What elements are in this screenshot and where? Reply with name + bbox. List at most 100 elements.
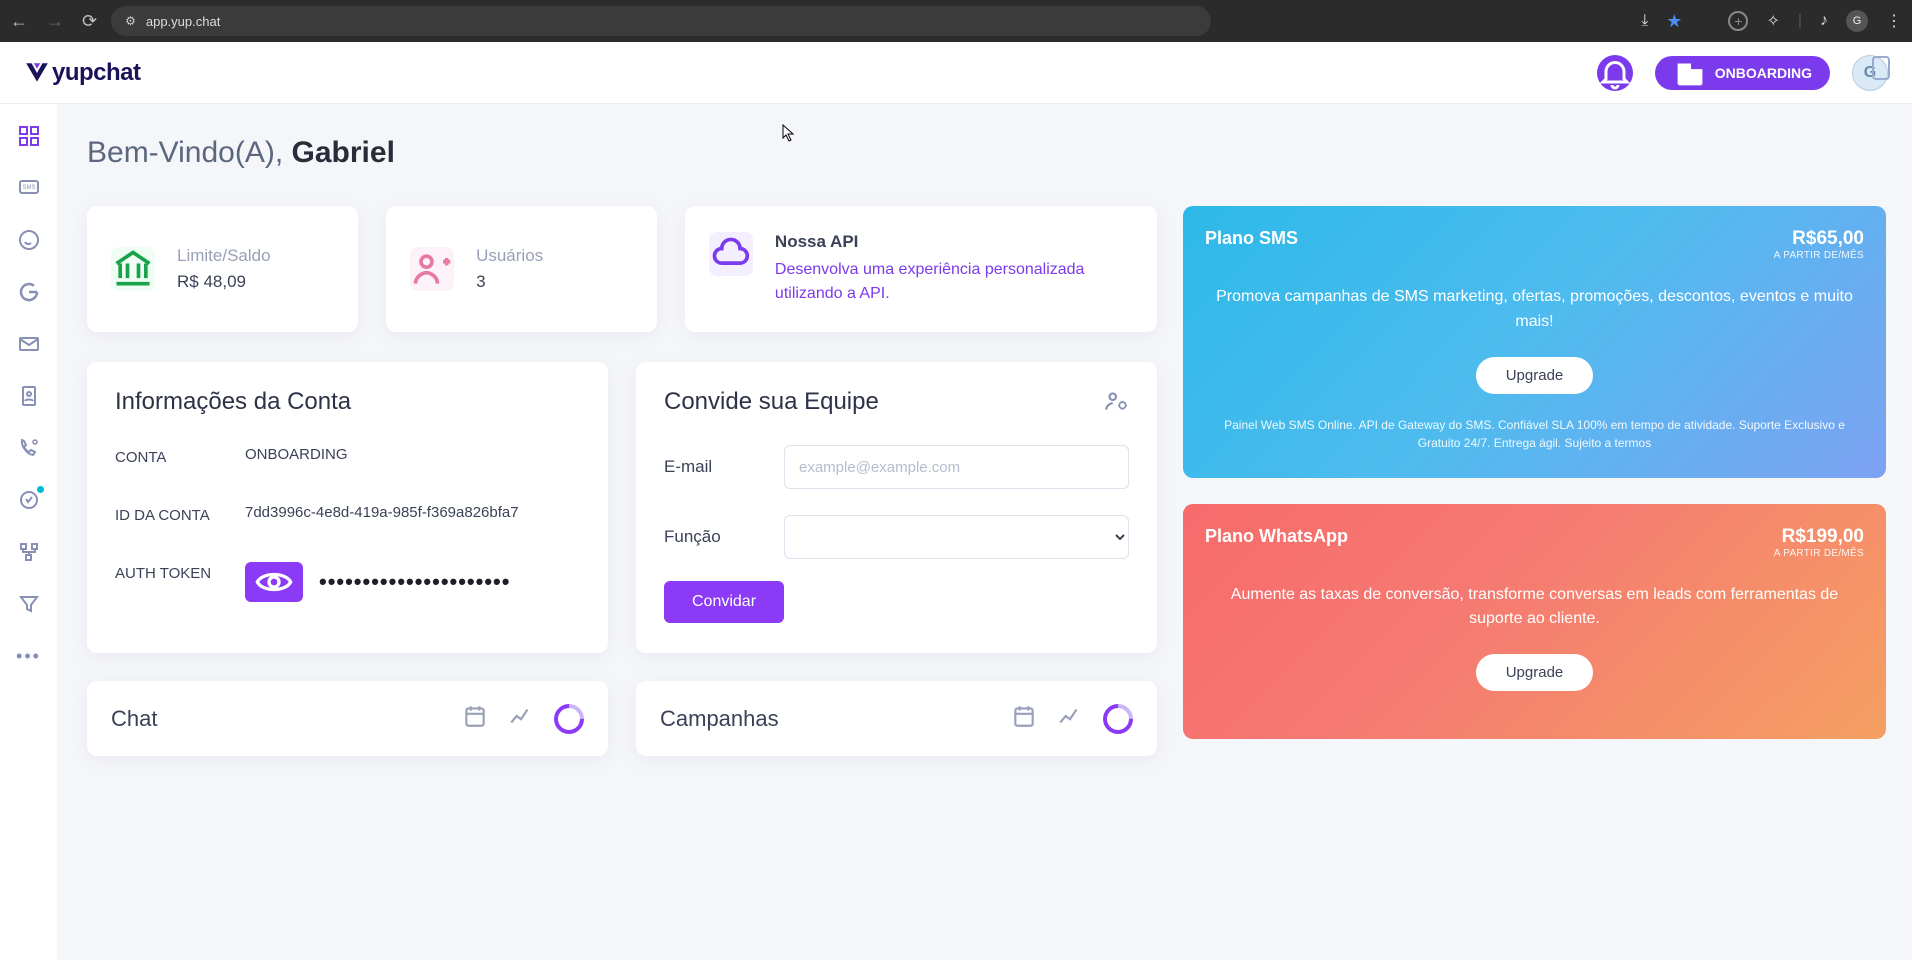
chat-stats-card: Chat <box>87 681 608 756</box>
promo-wa-price: R$199,00 <box>1774 526 1864 548</box>
extensions-icon[interactable]: ✧ <box>1766 11 1779 31</box>
stat-balance-card: Limite/Saldo R$ 48,09 <box>87 206 358 332</box>
nav-chatbot[interactable] <box>17 488 41 512</box>
grid-icon <box>17 124 41 148</box>
calendar-icon[interactable] <box>1011 703 1037 734</box>
auth-token-label: AUTH TOKEN <box>115 562 245 586</box>
promo-sms-fineprint: Painel Web SMS Online. API de Gateway do… <box>1205 416 1864 452</box>
dots-icon: ••• <box>16 646 41 667</box>
nav-email[interactable] <box>17 332 41 356</box>
sidebar: SMS ••• <box>0 104 57 960</box>
notifications-button[interactable] <box>1597 55 1633 91</box>
line-chart-icon[interactable] <box>508 703 534 734</box>
svg-text:SMS: SMS <box>22 185 35 191</box>
manage-team-icon[interactable] <box>1103 388 1129 419</box>
stat-users-card: Usuários 3 <box>386 206 657 332</box>
back-icon[interactable]: ← <box>10 11 28 32</box>
browser-profile-avatar[interactable]: G <box>1846 10 1868 32</box>
donut-chart-icon[interactable] <box>1103 704 1133 734</box>
nav-sms[interactable]: SMS <box>17 176 41 200</box>
funnel-icon <box>17 592 41 616</box>
account-id-value: 7dd3996c-4e8d-419a-985f-f369a826bfa7 <box>245 504 580 521</box>
contact-file-icon <box>17 384 41 408</box>
promo-sms-name: Plano SMS <box>1205 228 1298 249</box>
users-value: 3 <box>476 272 543 292</box>
nav-whatsapp[interactable] <box>17 228 41 252</box>
nav-filter[interactable] <box>17 592 41 616</box>
logo-text: yupchat <box>52 59 141 87</box>
stat-api-card[interactable]: Nossa API Desenvolva uma experiência per… <box>685 206 1157 332</box>
account-info-title: Informações da Conta <box>115 388 580 416</box>
upgrade-sms-button[interactable]: Upgrade <box>1476 357 1594 394</box>
promo-sms-price: R$65,00 <box>1774 228 1864 250</box>
kebab-menu-icon[interactable]: ⋮ <box>1886 11 1902 31</box>
url-bar[interactable]: ⚙ app.yup.chat <box>111 6 1211 36</box>
account-label: CONTA <box>115 446 245 470</box>
browser-actions: ⤓ ★ + ✧ | ♪ G ⋮ <box>1641 10 1902 32</box>
promo-wa-price-sub: A PARTIR DE/MÊS <box>1774 548 1864 559</box>
token-masked: •••••••••••••••••••••• <box>319 569 510 595</box>
nav-dashboard[interactable] <box>17 124 41 148</box>
balance-label: Limite/Saldo <box>177 246 271 266</box>
new-tab-icon[interactable]: + <box>1728 11 1748 31</box>
promo-wa-name: Plano WhatsApp <box>1205 526 1348 547</box>
bookmark-star-icon[interactable]: ★ <box>1666 11 1682 32</box>
promo-wa-body: Aumente as taxas de conversão, transform… <box>1205 583 1864 633</box>
app-header: yupchat ONBOARDING G <box>0 42 1912 104</box>
browser-nav: ← → ⟳ <box>10 11 97 32</box>
bell-icon <box>1597 55 1633 91</box>
mail-icon <box>17 332 41 356</box>
cloud-icon <box>709 232 753 276</box>
flow-icon <box>17 540 41 564</box>
nav-contacts[interactable] <box>17 384 41 408</box>
onboarding-button[interactable]: ONBOARDING <box>1655 56 1830 90</box>
phone-gear-icon <box>17 436 41 460</box>
account-value: ONBOARDING <box>245 446 580 463</box>
balance-value: R$ 48,09 <box>177 272 271 292</box>
promo-sms-card: Plano SMS R$65,00 A PARTIR DE/MÊS Promov… <box>1183 206 1886 478</box>
api-title: Nossa API <box>775 232 1133 252</box>
url-text: app.yup.chat <box>146 14 220 29</box>
promo-whatsapp-card: Plano WhatsApp R$199,00 A PARTIR DE/MÊS … <box>1183 504 1886 740</box>
user-avatar[interactable]: G <box>1852 55 1888 91</box>
sms-icon: SMS <box>17 176 41 200</box>
chat-title: Chat <box>111 706 157 732</box>
account-info-card: Informações da Conta CONTA ONBOARDING ID… <box>87 362 608 653</box>
google-icon <box>17 280 41 304</box>
nav-voice[interactable] <box>17 436 41 460</box>
browser-bar: ← → ⟳ ⚙ app.yup.chat ⤓ ★ + ✧ | ♪ G ⋮ <box>0 0 1912 42</box>
api-desc: Desenvolva uma experiência personalizada… <box>775 258 1133 306</box>
bank-icon <box>111 247 155 291</box>
invite-title: Convide sua Equipe <box>664 388 879 416</box>
donut-chart-icon[interactable] <box>554 704 584 734</box>
users-icon <box>410 247 454 291</box>
nav-google[interactable] <box>17 280 41 304</box>
invite-button[interactable]: Convidar <box>664 581 784 623</box>
forward-icon[interactable]: → <box>46 11 64 32</box>
nav-more[interactable]: ••• <box>17 644 41 668</box>
building-icon <box>1673 56 1707 90</box>
nav-flow[interactable] <box>17 540 41 564</box>
reload-icon[interactable]: ⟳ <box>82 11 97 32</box>
invite-team-card: Convide sua Equipe E-mail Função <box>636 362 1157 653</box>
whatsapp-icon <box>17 228 41 252</box>
media-icon[interactable]: ♪ <box>1820 12 1828 30</box>
role-label: Função <box>664 527 764 547</box>
users-label: Usuários <box>476 246 543 266</box>
welcome-heading: Bem-Vindo(A), Gabriel <box>87 136 1886 170</box>
eye-icon <box>245 562 303 602</box>
role-select[interactable] <box>784 515 1129 559</box>
account-id-label: ID DA CONTA <box>115 504 245 528</box>
email-input[interactable] <box>784 445 1129 489</box>
promo-sms-price-sub: A PARTIR DE/MÊS <box>1774 250 1864 261</box>
reveal-token-button[interactable] <box>245 562 303 602</box>
promo-sms-body: Promova campanhas de SMS marketing, ofer… <box>1205 285 1864 335</box>
logo[interactable]: yupchat <box>24 59 141 87</box>
campaigns-title: Campanhas <box>660 706 779 732</box>
campaigns-stats-card: Campanhas <box>636 681 1157 756</box>
install-icon[interactable]: ⤓ <box>1641 12 1648 30</box>
calendar-icon[interactable] <box>462 703 488 734</box>
line-chart-icon[interactable] <box>1057 703 1083 734</box>
site-settings-icon[interactable]: ⚙ <box>125 14 136 28</box>
upgrade-wa-button[interactable]: Upgrade <box>1476 654 1594 691</box>
